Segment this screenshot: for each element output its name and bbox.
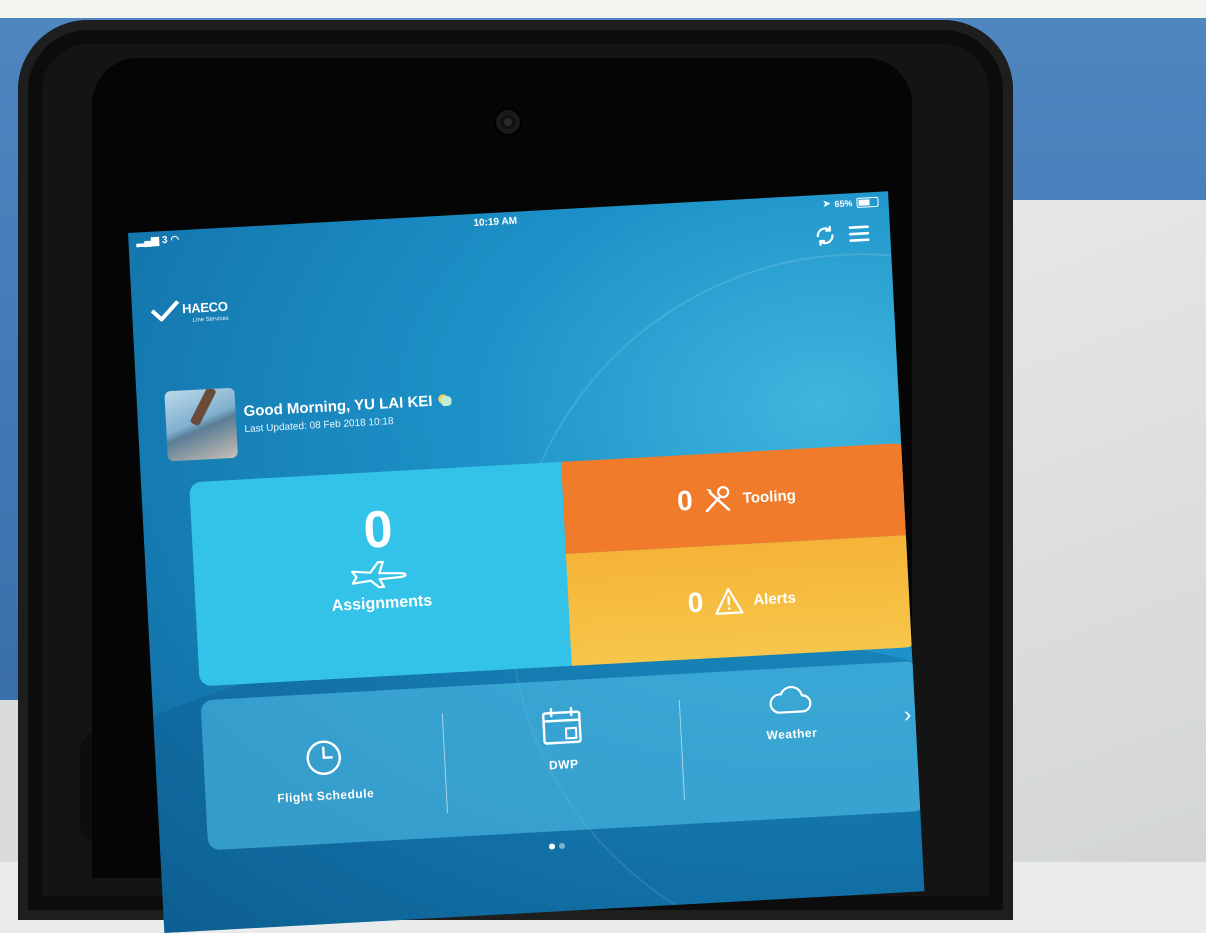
refresh-icon[interactable] (811, 222, 838, 249)
hamburger-menu-icon[interactable] (845, 220, 872, 247)
tablet-screen-area: ▂▄▆ 3 ◠ 10:19 AM ➤ 65% HAECO Line Servic… (120, 165, 925, 933)
checkmark-logo-icon (150, 300, 180, 322)
quick-menu: Flight Schedule DWP Weather › (200, 660, 925, 851)
battery-icon (856, 196, 879, 208)
dwp-label: DWP (548, 756, 579, 773)
location-arrow-icon: ➤ (822, 198, 831, 209)
background-top-strip (0, 0, 1206, 18)
chevron-right-icon[interactable]: › (903, 701, 912, 727)
status-battery-group: ➤ 65% (823, 196, 879, 210)
page-dot[interactable] (558, 842, 566, 850)
alerts-count: 0 (686, 586, 705, 619)
alerts-tile[interactable]: 0 Alerts (565, 534, 918, 666)
front-camera (496, 110, 520, 134)
assignments-tile[interactable]: 0 Assignments (189, 461, 572, 687)
quick-menu-weather[interactable]: Weather (678, 662, 906, 824)
carrier-text: 3 (161, 234, 168, 247)
status-time: 10:19 AM (473, 215, 518, 230)
calendar-icon (542, 706, 582, 745)
assignments-label: Assignments (331, 592, 433, 615)
battery-percent: 65% (834, 197, 853, 209)
warning-icon (714, 588, 744, 615)
quick-menu-dwp[interactable]: DWP (441, 674, 685, 837)
cloud-icon (769, 685, 812, 714)
partly-sunny-icon (436, 393, 453, 407)
airplane-icon (351, 560, 407, 589)
wifi-icon: ◠ (170, 234, 180, 246)
logo-name: HAECO (181, 298, 228, 317)
status-signal: ▂▄▆ 3 ◠ (136, 234, 179, 247)
greeting-panel: Good Morning, YU LAI KEI Last Updated: 0… (164, 376, 455, 462)
page-dot-active[interactable] (548, 843, 556, 850)
quick-menu-flight-schedule[interactable]: Flight Schedule (200, 687, 448, 850)
app-screen: ▂▄▆ 3 ◠ 10:19 AM ➤ 65% HAECO Line Servic… (128, 191, 925, 933)
tools-icon (706, 485, 731, 513)
logo-subtitle: Line Services (192, 315, 229, 324)
assignments-count: 0 (362, 500, 395, 560)
tooling-label: Tooling (742, 486, 797, 507)
status-bar: ▂▄▆ 3 ◠ 10:19 AM ➤ 65% (128, 191, 889, 255)
header-actions (811, 220, 872, 249)
page-indicator (548, 842, 566, 850)
haeco-logo: HAECO Line Services (150, 298, 229, 326)
signal-bars-icon: ▂▄▆ (136, 235, 160, 248)
flight-schedule-label: Flight Schedule (276, 786, 375, 806)
clock-icon (306, 740, 341, 775)
tooling-count: 0 (676, 484, 694, 517)
weather-label: Weather (766, 725, 818, 743)
alerts-label: Alerts (752, 588, 797, 609)
avatar[interactable] (164, 387, 238, 462)
